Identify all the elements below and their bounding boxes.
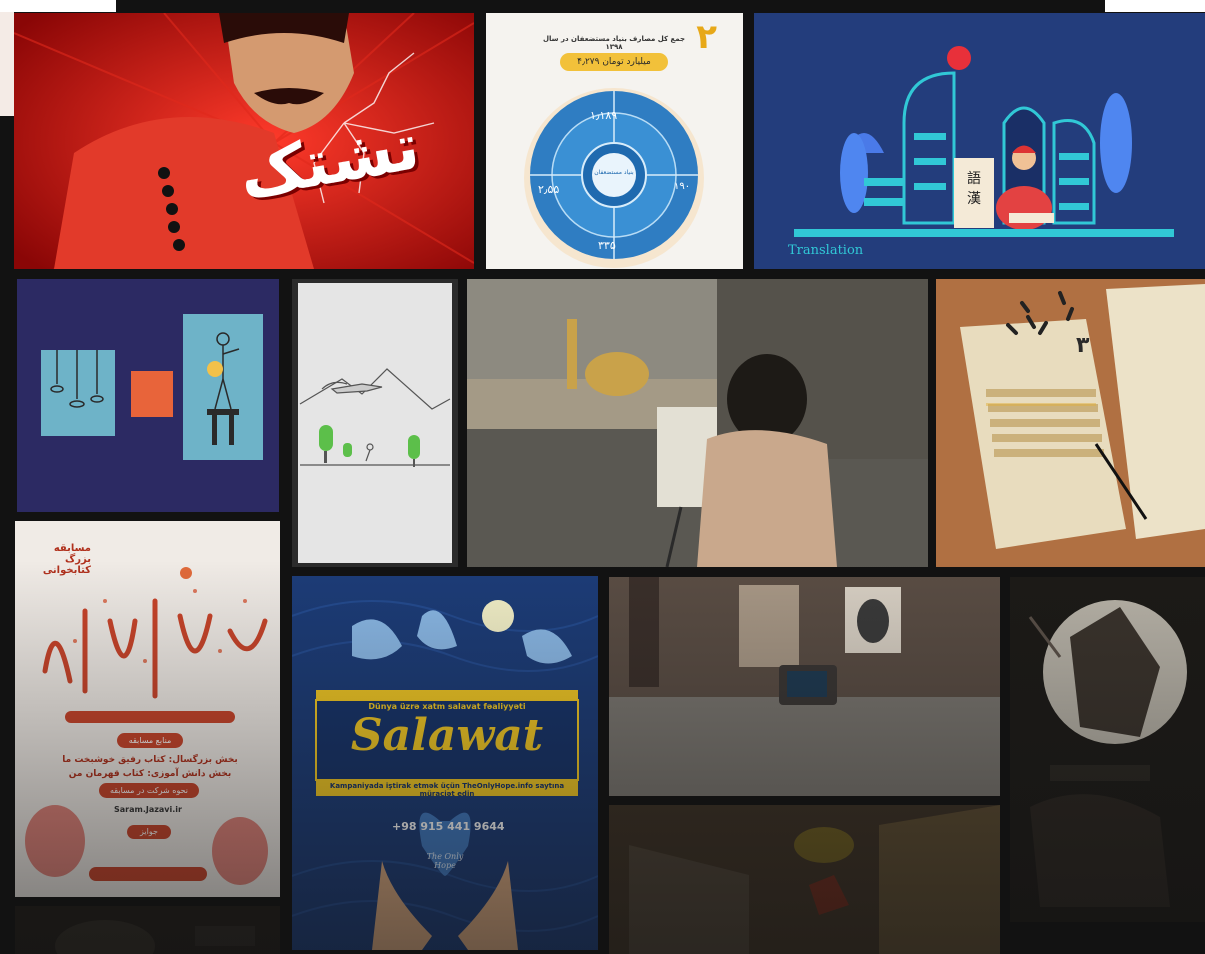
- illustration-blue-art: [41, 314, 263, 460]
- courtyard-photo: [609, 805, 1000, 954]
- documents-photo: [936, 279, 1205, 567]
- left-side-block: [0, 12, 14, 116]
- gallery-tile-courtyard[interactable]: [609, 805, 1000, 954]
- translation-glyph-1: 語: [967, 171, 981, 187]
- translation-glyph-2: 漢: [967, 191, 981, 207]
- translation-caption: Translation: [788, 243, 864, 258]
- poster-footer-bar: [89, 867, 207, 881]
- gallery-tile-translation[interactable]: 語 漢 Translation: [754, 13, 1205, 269]
- gallery-tile-salawat[interactable]: Dünya üzrə xatm salavat fəaliyyəti Salaw…: [292, 576, 598, 950]
- salawat-heart-text: The Only Hope: [426, 852, 464, 870]
- top-right-corner-block: [1105, 0, 1205, 12]
- gallery-tile-tv-room[interactable]: [609, 577, 1000, 796]
- gallery-tile-illustration-blue[interactable]: [17, 279, 279, 512]
- gallery-tile-shrine-painter[interactable]: [467, 279, 928, 567]
- dark-bottom-art: [55, 920, 255, 954]
- poster-url[interactable]: Saram.Jazavi.ir: [83, 805, 213, 814]
- gallery-tile-warrior[interactable]: [1010, 577, 1205, 922]
- salawat-subline[interactable]: Kampaniyada iştirak etmək üçün TheOnlyHo…: [316, 782, 578, 798]
- warrior-illustration: [1010, 577, 1205, 922]
- documents-number: ۳: [1076, 333, 1090, 358]
- poster-line-adult: بخش بزرگسال: کتاب رفیق خوشبخت ما: [62, 755, 238, 765]
- gallery-tile-sketch[interactable]: [292, 279, 458, 567]
- poster-sources-button[interactable]: منابع مسابقه: [117, 733, 183, 748]
- tv-room-photo: [609, 577, 1000, 796]
- gallery-tile-poster-competition[interactable]: مسابقه بزرگ کتابخوانی منابع مسابقه بخش ب…: [15, 521, 280, 897]
- shrine-painter-photo: [467, 279, 928, 567]
- infographic-segment-bottom: ۳۳۵: [598, 239, 616, 252]
- gallery-tile-documents[interactable]: ۳: [936, 279, 1205, 567]
- gallery-tile-tashak[interactable]: تشتک: [14, 13, 474, 269]
- infographic-segment-left: ۲٫۵۵: [538, 183, 560, 196]
- infographic-segment-right: ۱۹۰: [674, 181, 691, 192]
- infographic-segment-top: ۱٫۱۸۹: [590, 109, 618, 122]
- sketch-art: [298, 283, 452, 563]
- infographic-center-label: بنیاد مستضعفان: [594, 169, 634, 176]
- gallery-tile-infographic[interactable]: ۲ جمع کل مصارف بنیاد مستضعفان در سال ۱۳۹…: [486, 13, 743, 269]
- top-left-corner-block: [0, 0, 116, 12]
- poster-prizes-button[interactable]: جوایز: [127, 825, 171, 839]
- poster-line-student: بخش دانش آموزی: کتاب قهرمان من: [68, 769, 232, 779]
- gallery-tile-dark-bottom[interactable]: [15, 906, 280, 954]
- poster-calligraphy: [25, 567, 268, 885]
- translation-illustration: [794, 46, 1174, 237]
- poster-howto-button[interactable]: نحوه شرکت در مسابقه: [99, 783, 199, 798]
- salawat-phone[interactable]: +98 915 441 9644: [392, 820, 505, 833]
- salawat-art: [292, 576, 598, 950]
- infographic-circle-chart: [524, 88, 704, 268]
- salawat-title: Salawat: [350, 710, 544, 761]
